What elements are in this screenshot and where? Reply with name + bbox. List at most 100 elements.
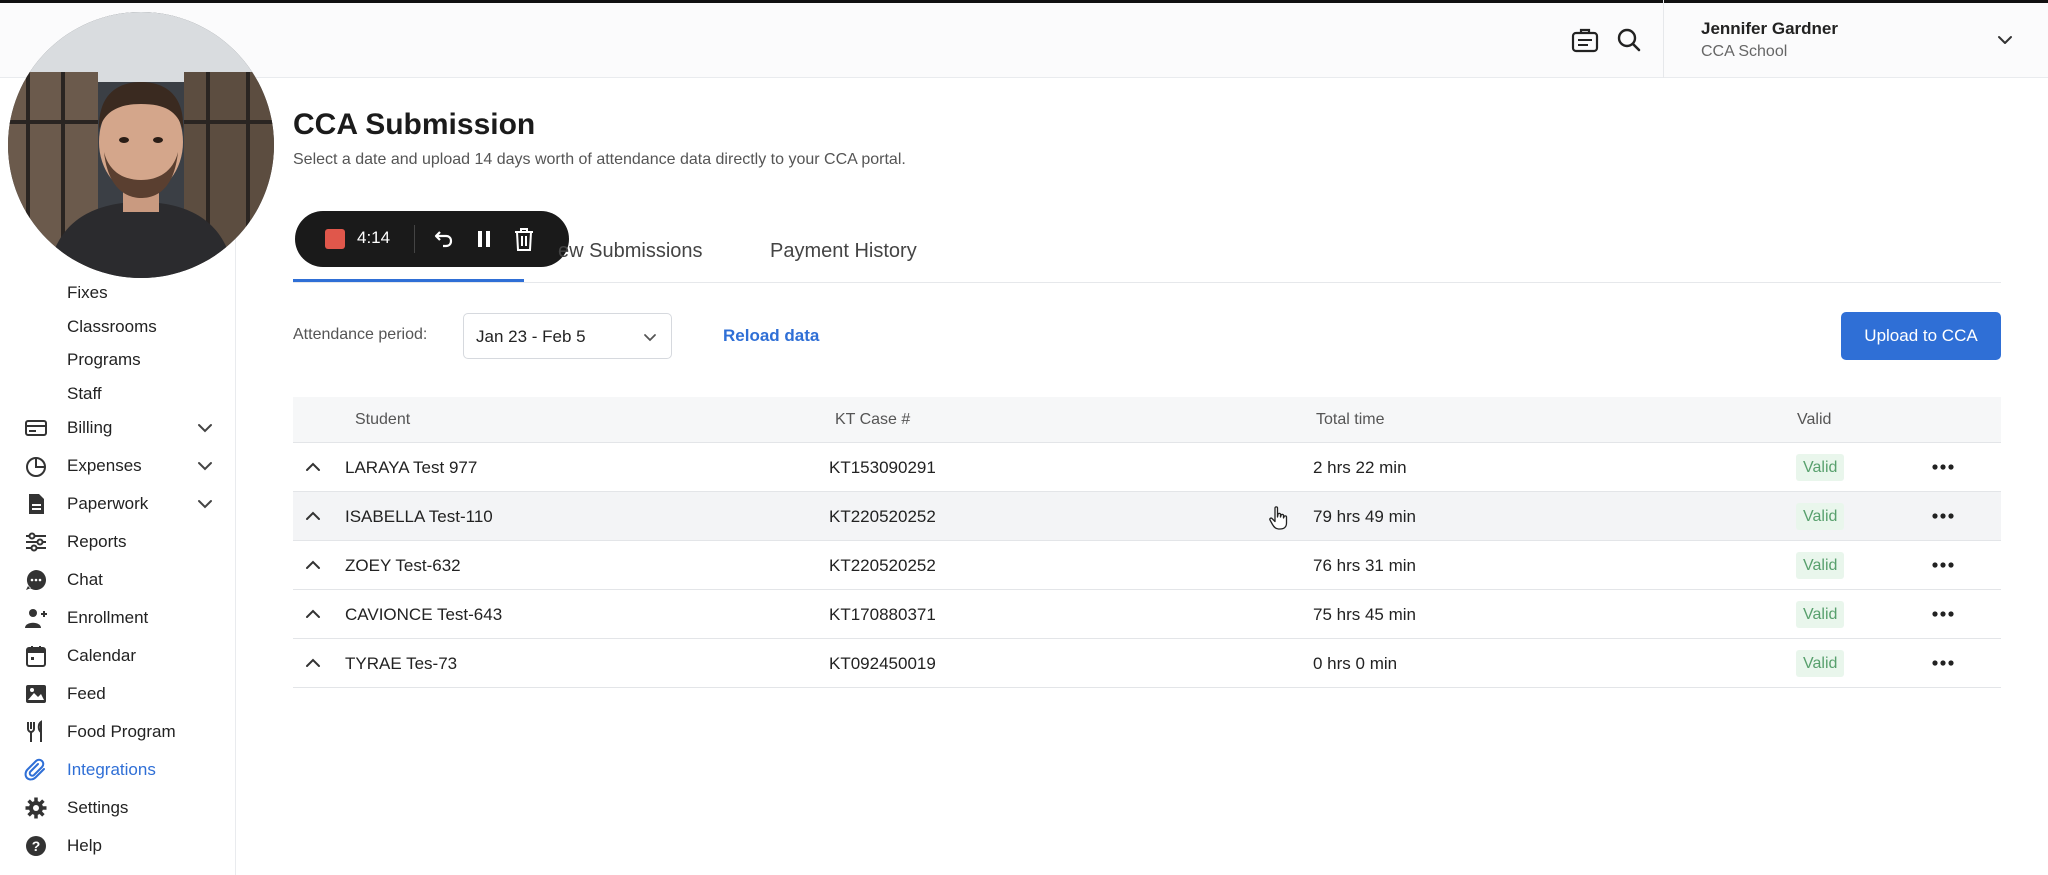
attendance-period-value: Jan 23 - Feb 5 — [476, 327, 586, 346]
calendar-icon — [26, 646, 46, 667]
more-options-icon[interactable] — [1929, 554, 1957, 576]
sidebar-item-enrollment[interactable]: Enrollment — [24, 603, 224, 633]
billing-icon — [25, 420, 47, 436]
reload-data-link[interactable]: Reload data — [723, 326, 819, 346]
more-options-icon[interactable] — [1929, 456, 1957, 478]
valid-badge: Valid — [1796, 601, 1845, 628]
total-time: 75 hrs 45 min — [1313, 605, 1416, 624]
document-icon — [29, 494, 44, 514]
pause-icon[interactable] — [472, 227, 496, 251]
add-person-icon — [25, 609, 47, 628]
total-time: 2 hrs 22 min — [1313, 458, 1407, 477]
table-row[interactable]: ZOEY Test-632 KT220520252 76 hrs 31 min … — [293, 541, 2001, 590]
user-menu[interactable] — [1663, 0, 2048, 78]
sidebar-item-label: Billing — [67, 418, 113, 437]
screen-recorder-controls: 4:14 — [295, 211, 569, 267]
kt-case-number: KT153090291 — [829, 458, 936, 477]
sidebar-item-label: Settings — [67, 798, 129, 817]
sidebar-item-help[interactable]: ? Help — [24, 831, 224, 861]
chevron-up-icon[interactable] — [303, 654, 323, 672]
webcam-video[interactable] — [8, 12, 274, 278]
more-options-icon[interactable] — [1929, 652, 1957, 674]
tab-view-submissions[interactable]: ew Submissions — [558, 240, 703, 263]
sidebar-item-calendar[interactable]: Calendar — [24, 641, 224, 671]
sidebar-item-label: Integrations — [67, 760, 156, 779]
trash-icon[interactable] — [512, 226, 536, 252]
table-row[interactable]: LARAYA Test 977 KT153090291 2 hrs 22 min… — [293, 443, 2001, 492]
page-description: Select a date and upload 14 days worth o… — [293, 151, 906, 168]
sidebar-item-food-program[interactable]: Food Program — [24, 717, 224, 747]
sidebar-item-label: Feed — [67, 684, 106, 703]
chevron-up-icon[interactable] — [303, 507, 323, 525]
sidebar-item-label: Expenses — [67, 456, 142, 475]
column-header-total-time: Total time — [1316, 411, 1385, 428]
hand-pointer-icon — [1269, 506, 1288, 530]
search-icon[interactable] — [1616, 27, 1642, 53]
sidebar-item-reports[interactable]: Reports — [24, 527, 224, 557]
chevron-down-icon[interactable] — [196, 457, 214, 475]
table-row[interactable]: ISABELLA Test-110 KT220520252 79 hrs 49 … — [293, 492, 2001, 541]
table-row[interactable]: CAVIONCE Test-643 KT170880371 75 hrs 45 … — [293, 590, 2001, 639]
attendance-period-label: Attendance period: — [293, 326, 428, 343]
chevron-up-icon[interactable] — [303, 605, 323, 623]
chevron-down-icon[interactable] — [196, 419, 214, 437]
chevron-down-icon[interactable] — [196, 495, 214, 513]
total-time: 79 hrs 49 min — [1313, 507, 1416, 526]
kt-case-number: KT220520252 — [829, 556, 936, 575]
undo-icon[interactable] — [431, 227, 455, 251]
chevron-up-icon[interactable] — [303, 556, 323, 574]
student-name: CAVIONCE Test-643 — [345, 605, 503, 624]
page-title: CCA Submission — [293, 108, 536, 141]
sliders-icon — [26, 532, 46, 552]
id-badge-icon[interactable] — [1570, 28, 1600, 54]
sidebar-item-paperwork[interactable]: Paperwork — [24, 489, 224, 519]
more-options-icon[interactable] — [1929, 505, 1957, 527]
tab-payment-history[interactable]: Payment History — [770, 240, 917, 263]
pie-chart-icon — [26, 457, 46, 477]
chevron-up-icon[interactable] — [303, 458, 323, 476]
recording-timer: 4:14 — [357, 228, 391, 247]
paperclip-icon — [24, 758, 45, 781]
chat-icon — [26, 570, 46, 590]
valid-badge: Valid — [1796, 503, 1845, 530]
column-header-student: Student — [355, 411, 411, 428]
sidebar-subitem-programs[interactable]: Programs — [67, 350, 141, 370]
sidebar-item-label: Paperwork — [67, 494, 149, 513]
utensils-icon — [27, 720, 42, 742]
student-name: TYRAE Tes-73 — [345, 654, 458, 673]
user-name: Jennifer Gardner — [1701, 19, 1838, 38]
active-tab-indicator — [293, 279, 524, 282]
sidebar-item-label: Reports — [67, 532, 127, 551]
sidebar-item-chat[interactable]: Chat — [24, 565, 224, 595]
submission-table: Student KT Case # Total time Valid LARAY… — [293, 397, 2001, 688]
app-frame: Jennifer Gardner CCA School Fixes Classr… — [0, 0, 2048, 875]
attendance-period-select[interactable]: Jan 23 - Feb 5 — [463, 313, 672, 359]
sidebar-item-label: Calendar — [67, 646, 136, 665]
sidebar-item-integrations[interactable]: Integrations — [24, 755, 224, 785]
stop-recording-button[interactable] — [325, 229, 345, 249]
sidebar-item-expenses[interactable]: Expenses — [24, 451, 224, 481]
more-options-icon[interactable] — [1929, 603, 1957, 625]
sidebar-item-label: Chat — [67, 570, 103, 589]
kt-case-number: KT092450019 — [829, 654, 936, 673]
sidebar-item-billing[interactable]: Billing — [24, 413, 224, 443]
sidebar-subitem-fixes[interactable]: Fixes — [67, 283, 108, 303]
school-name: CCA School — [1701, 43, 1788, 60]
valid-badge: Valid — [1796, 552, 1845, 579]
image-icon — [26, 685, 46, 703]
table-header: Student KT Case # Total time Valid — [293, 397, 2001, 443]
chevron-down-icon[interactable] — [1995, 30, 2015, 50]
sidebar-item-settings[interactable]: Settings — [24, 793, 224, 823]
sidebar-item-label: Enrollment — [67, 608, 149, 627]
kt-case-number: KT170880371 — [829, 605, 936, 624]
kt-case-number: KT220520252 — [829, 507, 936, 526]
sidebar-item-label: Food Program — [67, 722, 176, 741]
svg-text:?: ? — [32, 838, 41, 854]
table-row[interactable]: TYRAE Tes-73 KT092450019 0 hrs 0 min Val… — [293, 639, 2001, 688]
sidebar-item-label: Help — [67, 836, 102, 855]
upload-to-cca-button[interactable]: Upload to CCA — [1841, 312, 2001, 360]
sidebar-item-feed[interactable]: Feed — [24, 679, 224, 709]
sidebar-subitem-staff[interactable]: Staff — [67, 384, 102, 404]
sidebar-subitem-classrooms[interactable]: Classrooms — [67, 317, 157, 337]
student-name: ZOEY Test-632 — [345, 556, 461, 575]
